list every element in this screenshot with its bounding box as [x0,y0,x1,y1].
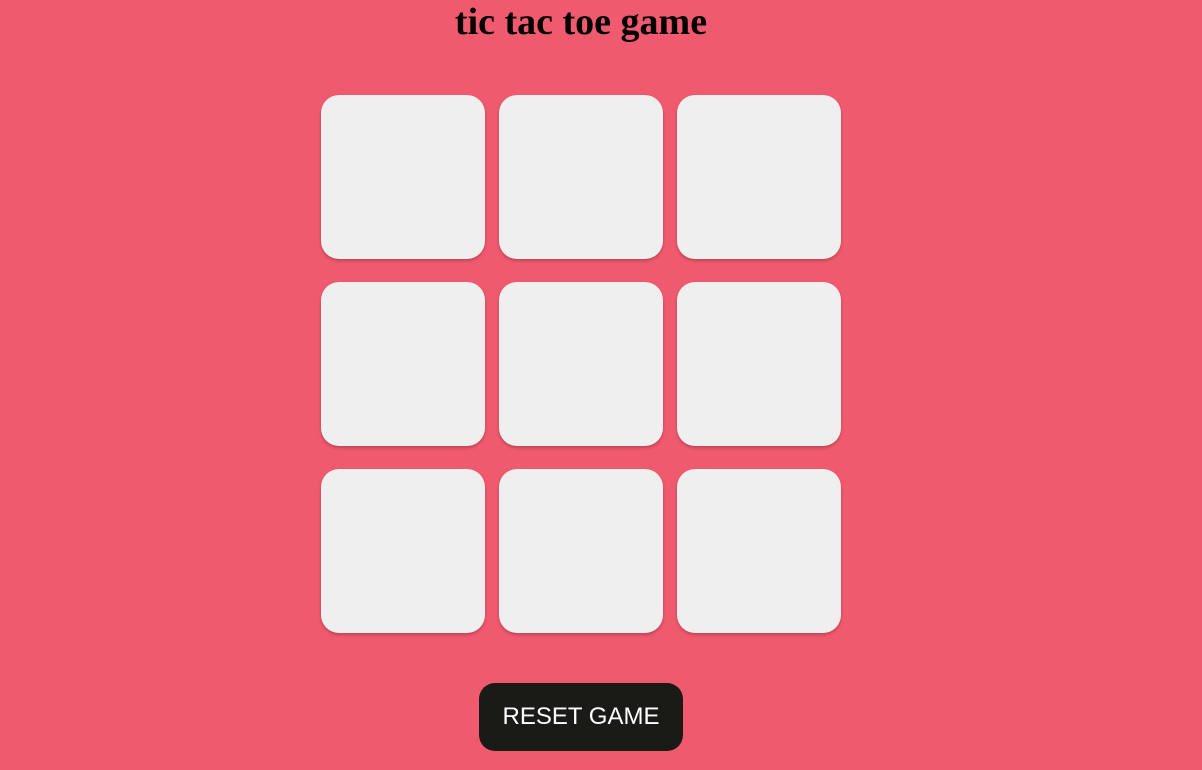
board-cell-9[interactable] [677,469,841,633]
board-cell-6[interactable] [677,282,841,446]
board-cell-4[interactable] [321,282,485,446]
board-cell-1[interactable] [321,95,485,259]
board-cell-5[interactable] [499,282,663,446]
board-cell-7[interactable] [321,469,485,633]
reset-game-button[interactable]: RESET GAME [479,683,683,751]
board-cell-8[interactable] [499,469,663,633]
game-board [321,95,841,633]
board-cell-3[interactable] [677,95,841,259]
board-cell-2[interactable] [499,95,663,259]
page-title: tic tac toe game [454,1,708,43]
